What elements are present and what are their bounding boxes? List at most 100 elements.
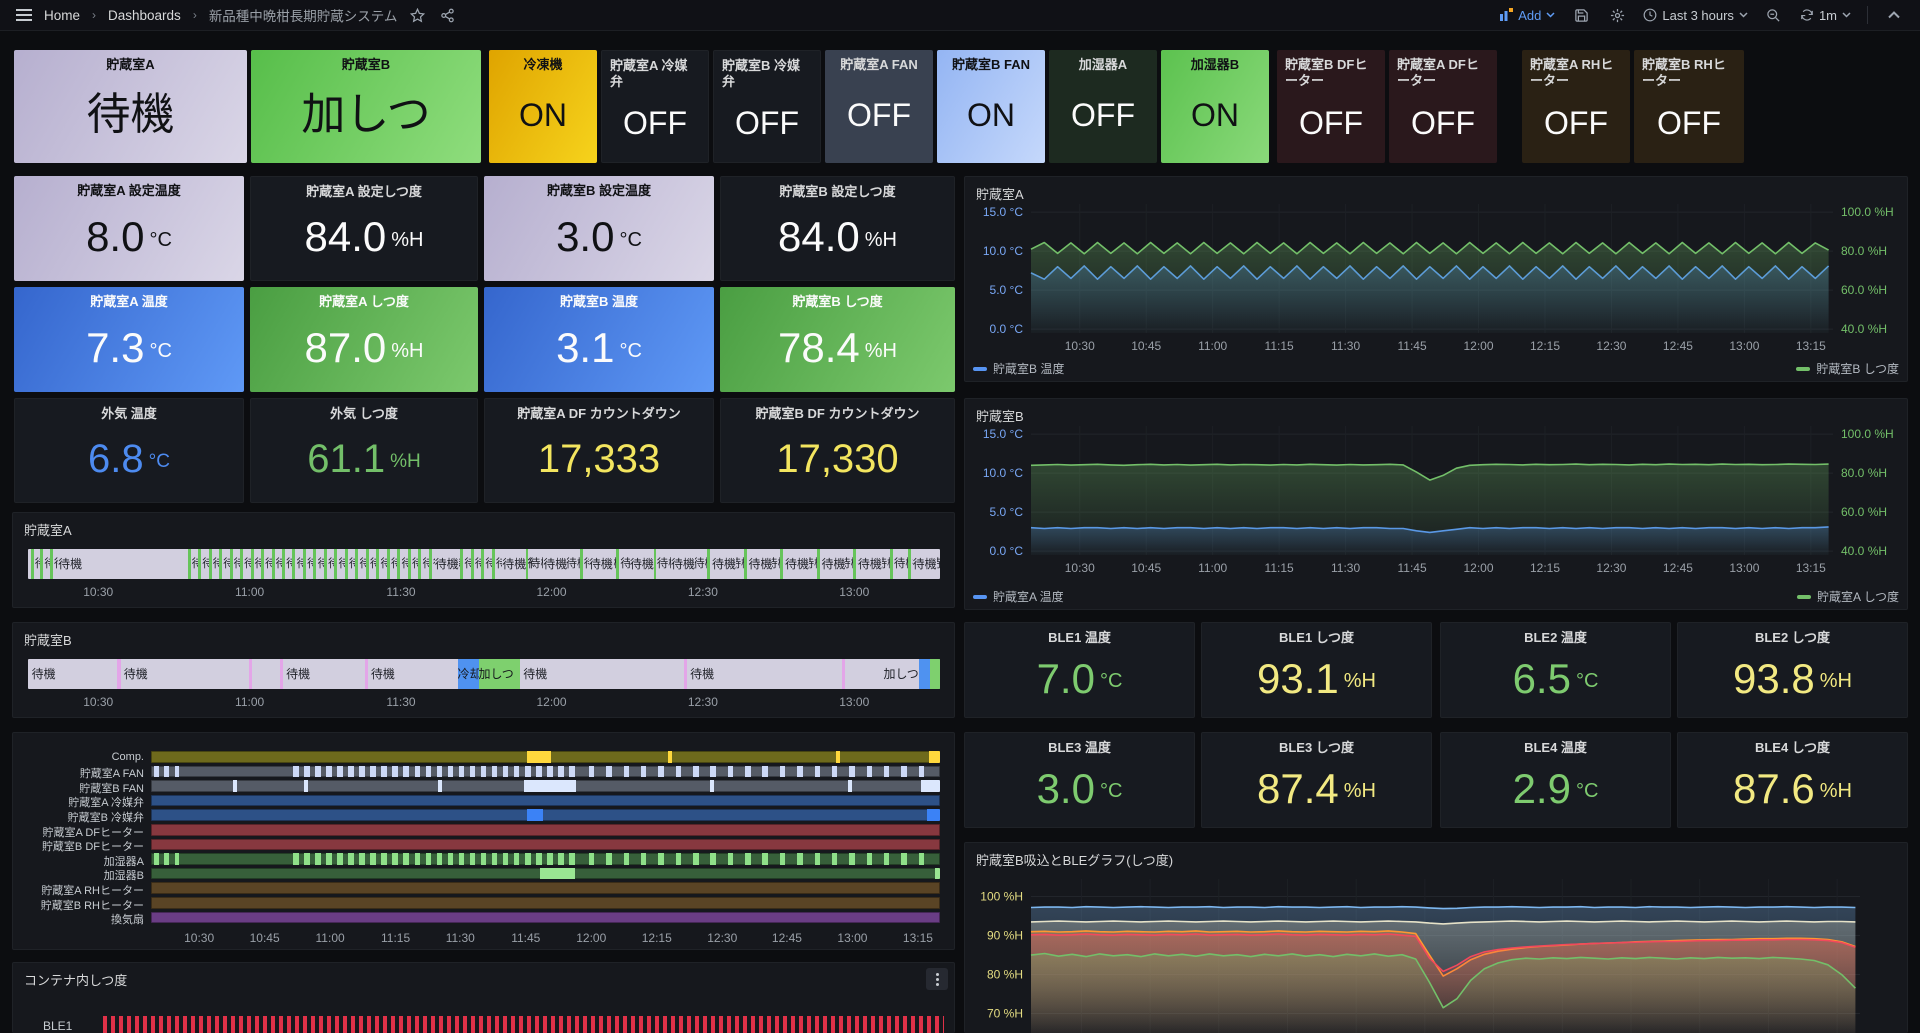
legend-item[interactable]: 貯蔵室A 温度 (973, 588, 1064, 605)
history-row-bar[interactable] (151, 839, 940, 851)
history-on-segment (536, 853, 542, 865)
history-row-bar[interactable] (151, 809, 940, 821)
history-row-bar[interactable] (151, 824, 940, 836)
time-series-chart[interactable]: 15.0 °C10.0 °C5.0 °C0.0 °C100.0 %H80.0 %… (965, 399, 1909, 611)
history-on-segment (624, 853, 630, 865)
history-on-segment (514, 766, 520, 778)
history-on-segment (884, 853, 890, 865)
stat-number: 7.0 (1037, 658, 1095, 700)
time-range-picker[interactable]: Last 3 hours (1643, 8, 1748, 23)
history-on-segment (762, 766, 768, 778)
timeline-state-label: 待機 (913, 549, 937, 579)
menu-icon[interactable] (14, 5, 34, 25)
stat-panel: 貯蔵室A 冷媒弁OFF (601, 50, 709, 163)
history-row-bar[interactable] (151, 897, 940, 909)
stat-number: OFF (1071, 99, 1135, 131)
gear-icon[interactable] (1607, 5, 1627, 25)
history-row-bar[interactable] (151, 780, 940, 792)
legend-item[interactable]: 貯蔵室B しつ度 (1796, 360, 1899, 377)
timeline-state-label: 加しつ (883, 659, 918, 689)
stat-value: 加しつ (251, 73, 481, 163)
share-icon[interactable] (437, 5, 457, 25)
breadcrumb-dashboards[interactable]: Dashboards (108, 8, 181, 23)
stat-panel: 貯蔵室A FANOFF (825, 50, 933, 163)
stat-label: 加湿器B (1161, 50, 1269, 73)
timeline-state-segment: 待機 (418, 549, 428, 579)
stat-value: 8.0°C (14, 199, 244, 281)
stat-unit: %H (390, 451, 421, 473)
row-label: BLE1 (43, 1019, 72, 1033)
history-on-segment (867, 766, 873, 778)
history-on-segment (762, 853, 768, 865)
stat-number: 84.0 (778, 216, 860, 258)
svg-text:10:30: 10:30 (1065, 561, 1095, 575)
history-row-bar[interactable] (151, 882, 940, 894)
history-on-segment (658, 853, 664, 865)
stat-number: 8.0 (86, 216, 144, 258)
history-row-bar[interactable] (151, 868, 940, 880)
history-row-label: 貯蔵室B 冷媒弁 (20, 809, 144, 825)
time-series-chart[interactable]: 100 %H90 %H80 %H70 %H (965, 843, 1909, 1033)
svg-text:12:45: 12:45 (1663, 561, 1693, 575)
stat-unit: %H (865, 229, 897, 252)
panel-menu-kebab-icon[interactable] (926, 968, 948, 990)
svg-text:90 %H: 90 %H (987, 929, 1023, 943)
stat-number: OFF (1299, 107, 1363, 139)
stat-number: 78.4 (778, 327, 860, 369)
history-row-bar[interactable] (151, 766, 940, 778)
state-timeline-bar[interactable]: 待機待機待機待機待機待機待機待機待機待機待機待機待機待機待機待機待機待機待機待機… (28, 549, 940, 579)
history-on-segment (392, 853, 398, 865)
history-on-segment (929, 751, 940, 763)
history-row-bar[interactable] (151, 751, 940, 763)
history-row-bar[interactable] (151, 795, 940, 807)
state-timeline-bar[interactable]: 待機待機待機待機冷却加しつ待機待機加しつ (28, 659, 940, 689)
save-icon[interactable] (1571, 5, 1591, 25)
breadcrumb-separator: › (191, 8, 199, 22)
history-on-segment (293, 766, 299, 778)
stat-number: OFF (1544, 107, 1608, 139)
chevron-down-icon (1739, 12, 1748, 18)
timeline-state-segment (280, 659, 284, 689)
time-series-chart[interactable]: 15.0 °C10.0 °C5.0 °C0.0 °C100.0 %H80.0 %… (965, 177, 1909, 383)
panel-title: 貯蔵室B (13, 623, 954, 649)
add-button[interactable]: Add (1499, 8, 1555, 23)
timeline-state-segment: 待機 (324, 549, 334, 579)
stat-number: OFF (623, 107, 687, 139)
stat-panel: BLE2 温度6.5°C (1440, 622, 1671, 718)
refresh-control[interactable]: 1m (1800, 8, 1851, 23)
divider (1867, 6, 1868, 24)
history-row-bar[interactable] (151, 853, 940, 865)
timeline-state-segment: 待機 (240, 549, 250, 579)
svg-text:10.0 °C: 10.0 °C (983, 466, 1023, 480)
history-on-segment (503, 766, 509, 778)
history-on-segment (359, 766, 365, 778)
axis-tick-label: 11:30 (386, 695, 415, 709)
timeline-state-segment: 待機 (492, 549, 502, 579)
top-nav: Home › Dashboards › 新品種中晩柑長期貯蔵システム Add (0, 0, 1920, 31)
history-on-segment (359, 853, 365, 865)
timeline-state-segment: 待機 (653, 549, 671, 579)
timeline-state-segment: 待機 (230, 549, 240, 579)
history-on-segment (547, 853, 553, 865)
legend-item[interactable]: 貯蔵室A しつ度 (1797, 588, 1899, 605)
stat-panel: 加湿器BON (1161, 50, 1269, 163)
stat-number: 3.0 (1037, 768, 1095, 810)
history-on-segment (527, 809, 543, 821)
zoom-out-icon[interactable] (1764, 5, 1784, 25)
history-on-segment (381, 766, 387, 778)
breadcrumb-home[interactable]: Home (44, 8, 80, 23)
timeline-state-segment: 待機 (198, 549, 208, 579)
panel-room-b-chart: 貯蔵室B 15.0 °C10.0 °C5.0 °C0.0 °C100.0 %H8… (964, 398, 1908, 610)
stat-panel: 貯蔵室B FANON (937, 50, 1045, 163)
svg-text:12:00: 12:00 (1464, 339, 1494, 353)
legend-item[interactable]: 貯蔵室B 温度 (973, 360, 1064, 377)
star-icon[interactable] (407, 5, 427, 25)
stat-number: OFF (1657, 107, 1721, 139)
history-row-bar[interactable] (151, 912, 940, 924)
chevron-up-icon[interactable] (1884, 5, 1904, 25)
stat-value: 17,330 (721, 422, 954, 502)
timeline-state-segment (930, 659, 940, 689)
history-on-segment (780, 853, 786, 865)
stat-number: 2.9 (1513, 768, 1571, 810)
ble1-history-strip[interactable] (103, 1016, 944, 1033)
